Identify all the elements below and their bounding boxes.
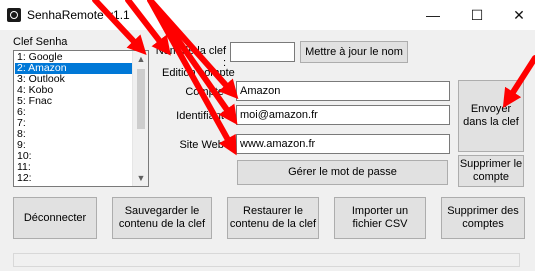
identifier-label: Identifiant : bbox=[176, 110, 230, 122]
delete-accounts-button[interactable]: Supprimer des comptes bbox=[441, 197, 525, 239]
scroll-thumb[interactable] bbox=[137, 69, 145, 129]
app-icon bbox=[7, 8, 21, 22]
list-item[interactable]: 12: bbox=[17, 173, 32, 184]
disconnect-button[interactable]: Déconnecter bbox=[13, 197, 97, 239]
website-label: Site Web : bbox=[179, 139, 230, 151]
update-name-button[interactable]: Mettre à jour le nom bbox=[300, 41, 408, 63]
keys-listbox[interactable]: 1: Google 2: Amazon 3: Outlook 4: Kobo 5: Fn… bbox=[13, 50, 149, 187]
key-name-input[interactable] bbox=[230, 42, 295, 62]
key-name-label: Nom de la clef : bbox=[155, 45, 226, 69]
identifier-field[interactable] bbox=[236, 105, 450, 125]
edit-group-label: Edition compte bbox=[162, 67, 235, 79]
status-bar bbox=[13, 253, 520, 267]
send-to-key-button[interactable]: Envoyer dans la clef bbox=[458, 80, 524, 152]
account-label: Compte : bbox=[185, 86, 230, 98]
scroll-down-icon[interactable]: ▼ bbox=[133, 170, 148, 186]
delete-account-button[interactable]: Supprimer le compte bbox=[458, 155, 524, 187]
import-csv-button[interactable]: Importer un fichier CSV bbox=[334, 197, 426, 239]
window-title: SenhaRemote v1.1 bbox=[27, 8, 130, 22]
maximize-icon[interactable]: ☐ bbox=[467, 5, 487, 25]
website-field[interactable] bbox=[236, 134, 450, 154]
close-icon[interactable]: ✕ bbox=[509, 5, 529, 25]
scroll-up-icon[interactable]: ▲ bbox=[133, 51, 148, 67]
save-key-content-button[interactable]: Sauvegarder le contenu de la clef bbox=[112, 197, 212, 239]
restore-key-content-button[interactable]: Restaurer le contenu de la clef bbox=[227, 197, 319, 239]
minimize-icon[interactable]: — bbox=[423, 5, 443, 25]
manage-password-button[interactable]: Gérer le mot de passe bbox=[237, 160, 448, 185]
listbox-scrollbar[interactable]: ▲ ▼ bbox=[132, 51, 148, 186]
account-field[interactable] bbox=[236, 81, 450, 101]
keys-group-label: Clef Senha bbox=[13, 36, 68, 48]
title-bar: SenhaRemote v1.1 — ☐ ✕ bbox=[0, 0, 535, 30]
